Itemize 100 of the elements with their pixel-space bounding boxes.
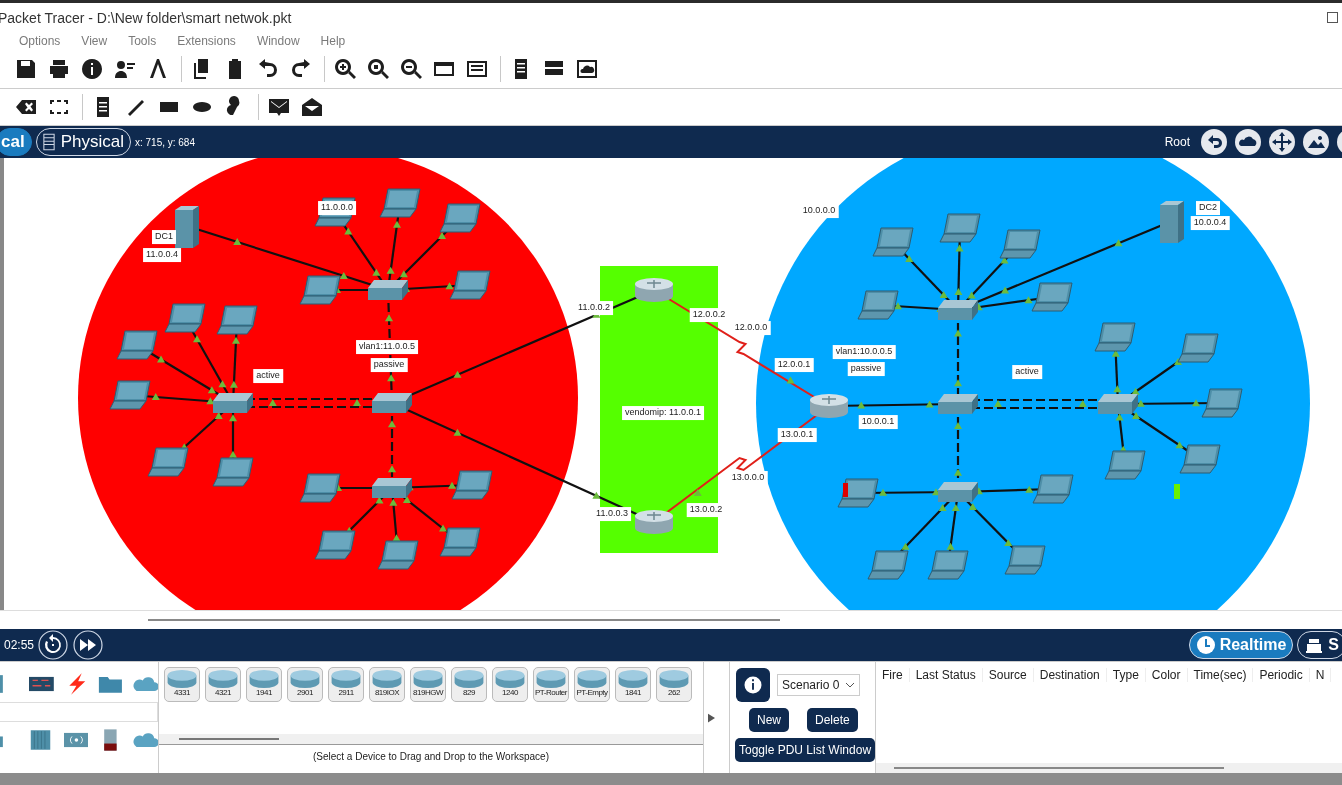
new-button[interactable]: New (749, 708, 789, 732)
router-model-button[interactable]: 262 (656, 667, 692, 702)
menu-item[interactable]: Help (320, 34, 346, 48)
chevron-down-icon (845, 682, 856, 688)
menu-item[interactable]: Extensions (177, 34, 236, 48)
device-label: passive (370, 358, 408, 372)
switch-icon[interactable] (372, 478, 412, 498)
rack-icon (42, 132, 55, 152)
cloud-icon[interactable] (1234, 128, 1262, 156)
column-header[interactable]: Destination (1033, 668, 1107, 682)
view-tab[interactable]: cal (0, 128, 32, 156)
device-label: 11.0.0.3 (593, 507, 631, 521)
device-label: DC1 (152, 230, 176, 244)
toggle-pdu-list-button[interactable]: Toggle PDU List Window (735, 738, 876, 762)
router-icon (618, 670, 648, 688)
save-icon[interactable] (14, 57, 38, 81)
cursor-coordinates: x: 715, y: 684 (134, 136, 195, 148)
mode-tab[interactable]: Realtime (1188, 631, 1294, 659)
router-icon (208, 670, 238, 688)
device-label: passive (847, 362, 885, 376)
switch-icon[interactable] (368, 280, 408, 300)
menu-item[interactable]: Window (256, 34, 300, 48)
device-label: 11.0.0.4 (143, 248, 181, 262)
router-model-button[interactable]: PT-Router (533, 667, 569, 702)
laptop-icon[interactable] (116, 330, 158, 360)
column-header[interactable]: Last Status (909, 668, 983, 682)
server-icon[interactable] (1160, 201, 1184, 243)
menu-item[interactable]: Options (19, 34, 61, 48)
simulation-time: 02:55 (4, 638, 35, 652)
column-header[interactable]: Periodic (1253, 668, 1310, 682)
delete-button[interactable]: Delete (807, 708, 858, 732)
device-label: vlan1:10.0.0.5 (832, 345, 896, 359)
info-icon[interactable] (735, 668, 771, 702)
move-icon[interactable] (1268, 128, 1296, 156)
search-field[interactable] (0, 702, 158, 722)
router-icon (577, 670, 607, 688)
router-icon[interactable] (635, 510, 673, 534)
router-icon (167, 670, 197, 688)
menu-item[interactable]: View (81, 34, 108, 48)
device-label: 10.0.0.1 (858, 415, 898, 429)
column-header[interactable]: Color (1145, 668, 1188, 682)
status-marker (1174, 484, 1180, 499)
switch-icon[interactable] (938, 394, 978, 414)
switch-icon[interactable] (213, 393, 253, 413)
router-model-button[interactable]: 1841 (615, 667, 651, 702)
menu-item[interactable]: Tools (128, 34, 157, 48)
router-model-button[interactable]: PT-Empty (574, 667, 610, 702)
router-icon[interactable] (635, 278, 673, 302)
router-icon[interactable] (810, 394, 848, 418)
device-hint: (Select a Device to Drag and Drop to the Workspace) (159, 744, 703, 762)
zoom-reset-icon[interactable] (366, 57, 390, 81)
router-model-button[interactable]: 819HGW (410, 667, 446, 702)
zoom-out-icon[interactable] (399, 57, 423, 81)
device-label: DC2 (1196, 201, 1220, 215)
switch-icon[interactable] (938, 482, 978, 502)
open-envelope-icon[interactable] (300, 95, 324, 119)
info-icon[interactable] (80, 57, 104, 81)
image-icon[interactable] (1302, 128, 1330, 156)
router-icon (413, 670, 443, 688)
cloud-image-icon[interactable] (575, 57, 599, 81)
clock-icon (1195, 635, 1216, 655)
router-model-button[interactable]: 1240 (492, 667, 528, 702)
device-label: vlan1:11.0.0.5 (356, 340, 418, 354)
router-model-button[interactable]: 2901 (287, 667, 323, 702)
router-model-button[interactable]: 1941 (246, 667, 282, 702)
router-model-button[interactable]: 2911 (328, 667, 364, 702)
device-label: 10.0.0.4 (1190, 216, 1230, 230)
router-model-button[interactable]: 4321 (205, 667, 241, 702)
router-model-button[interactable]: 4331 (164, 667, 200, 702)
expand-arrow-icon[interactable] (708, 712, 715, 723)
server-icon[interactable] (175, 206, 199, 248)
switch-icon[interactable] (938, 300, 978, 320)
column-header[interactable]: Time(sec) (1187, 668, 1254, 682)
router-icon (290, 670, 320, 688)
window-control-icon[interactable] (1327, 12, 1338, 23)
device-label: 11.0.0.2 (575, 301, 613, 315)
column-header[interactable]: Fire (876, 668, 910, 682)
column-header[interactable]: N (1309, 668, 1332, 682)
zoom-in-icon[interactable] (333, 57, 357, 81)
device-label: 12.0.0.1 (774, 358, 814, 372)
router-icon (659, 670, 689, 688)
router-model-button[interactable]: 819IOX (369, 667, 405, 702)
device-label: active (253, 369, 283, 383)
switch-icon[interactable] (372, 393, 412, 413)
reset-icon[interactable] (37, 630, 70, 660)
column-header[interactable]: Source (982, 668, 1034, 682)
router-icon (454, 670, 484, 688)
router-model-button[interactable]: 829 (451, 667, 487, 702)
device-label: active (1012, 365, 1042, 379)
fast-forward-icon[interactable] (72, 630, 105, 660)
status-marker (843, 483, 848, 497)
switch-icon[interactable] (1098, 394, 1138, 414)
router-icon (536, 670, 566, 688)
print-icon[interactable] (47, 57, 71, 81)
root-label: Root (1164, 135, 1190, 149)
device-label: 11.0.0.0 (318, 201, 356, 215)
scenario-dropdown[interactable]: Scenario 0 (777, 674, 861, 696)
column-header[interactable]: Type (1106, 668, 1146, 682)
device-label: vendomip: 11.0.0.1 (622, 406, 704, 420)
router-icon (249, 670, 279, 688)
